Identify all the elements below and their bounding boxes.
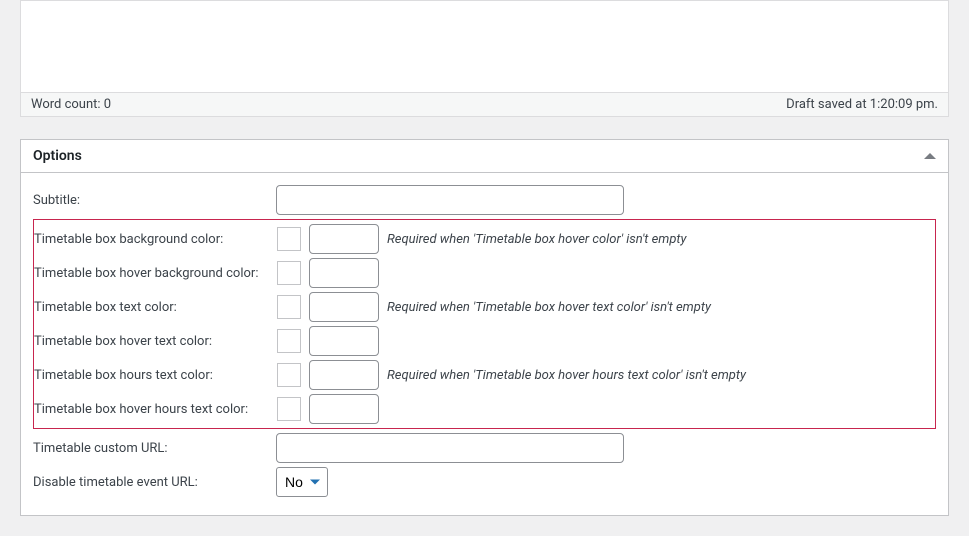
bg-color-input[interactable]	[309, 224, 379, 254]
options-panel-title: Options	[33, 148, 82, 164]
field-row-custom-url: Timetable custom URL:	[33, 431, 936, 465]
field-row-subtitle: Subtitle:	[33, 183, 936, 217]
field-row-bg-color: Timetable box background color: Required…	[34, 222, 935, 256]
hover-bg-color-label: Timetable box hover background color:	[34, 266, 277, 281]
disable-url-select[interactable]: No	[276, 467, 328, 497]
bg-color-hint: Required when 'Timetable box hover color…	[387, 232, 687, 247]
hover-bg-color-swatch[interactable]	[277, 261, 301, 285]
color-fields-highlight: Timetable box background color: Required…	[33, 219, 936, 429]
subtitle-input[interactable]	[276, 185, 624, 215]
hours-text-color-hint: Required when 'Timetable box hover hours…	[387, 368, 746, 383]
editor-content-area[interactable]	[20, 0, 949, 93]
field-row-text-color: Timetable box text color: Required when …	[34, 290, 935, 324]
text-color-swatch[interactable]	[277, 295, 301, 319]
field-row-disable-url: Disable timetable event URL: No	[33, 465, 936, 499]
field-row-hover-hours-text-color: Timetable box hover hours text color:	[34, 392, 935, 426]
hover-bg-color-input[interactable]	[309, 258, 379, 288]
custom-url-label: Timetable custom URL:	[33, 441, 276, 456]
hover-text-color-swatch[interactable]	[277, 329, 301, 353]
options-panel-header[interactable]: Options	[21, 140, 948, 173]
hover-text-color-label: Timetable box hover text color:	[34, 334, 277, 349]
hover-hours-text-color-swatch[interactable]	[277, 397, 301, 421]
field-row-hours-text-color: Timetable box hours text color: Required…	[34, 358, 935, 392]
text-color-label: Timetable box text color:	[34, 300, 277, 315]
hours-text-color-input[interactable]	[309, 360, 379, 390]
draft-saved-label: Draft saved at 1:20:09 pm.	[786, 97, 938, 112]
hover-hours-text-color-label: Timetable box hover hours text color:	[34, 402, 277, 417]
hover-hours-text-color-input[interactable]	[309, 394, 379, 424]
editor-footer: Word count: 0 Draft saved at 1:20:09 pm.	[20, 93, 949, 117]
field-row-hover-bg-color: Timetable box hover background color:	[34, 256, 935, 290]
custom-url-input[interactable]	[276, 433, 624, 463]
disable-url-label: Disable timetable event URL:	[33, 475, 276, 490]
bg-color-label: Timetable box background color:	[34, 232, 277, 247]
hours-text-color-label: Timetable box hours text color:	[34, 368, 277, 383]
options-panel: Options Subtitle: Timetable box backgrou…	[20, 139, 949, 516]
collapse-icon	[924, 153, 936, 159]
hours-text-color-swatch[interactable]	[277, 363, 301, 387]
options-panel-body: Subtitle: Timetable box background color…	[21, 173, 948, 515]
subtitle-label: Subtitle:	[33, 193, 276, 208]
word-count-label: Word count: 0	[31, 97, 111, 112]
field-row-hover-text-color: Timetable box hover text color:	[34, 324, 935, 358]
text-color-hint: Required when 'Timetable box hover text …	[387, 300, 711, 315]
text-color-input[interactable]	[309, 292, 379, 322]
hover-text-color-input[interactable]	[309, 326, 379, 356]
bg-color-swatch[interactable]	[277, 227, 301, 251]
